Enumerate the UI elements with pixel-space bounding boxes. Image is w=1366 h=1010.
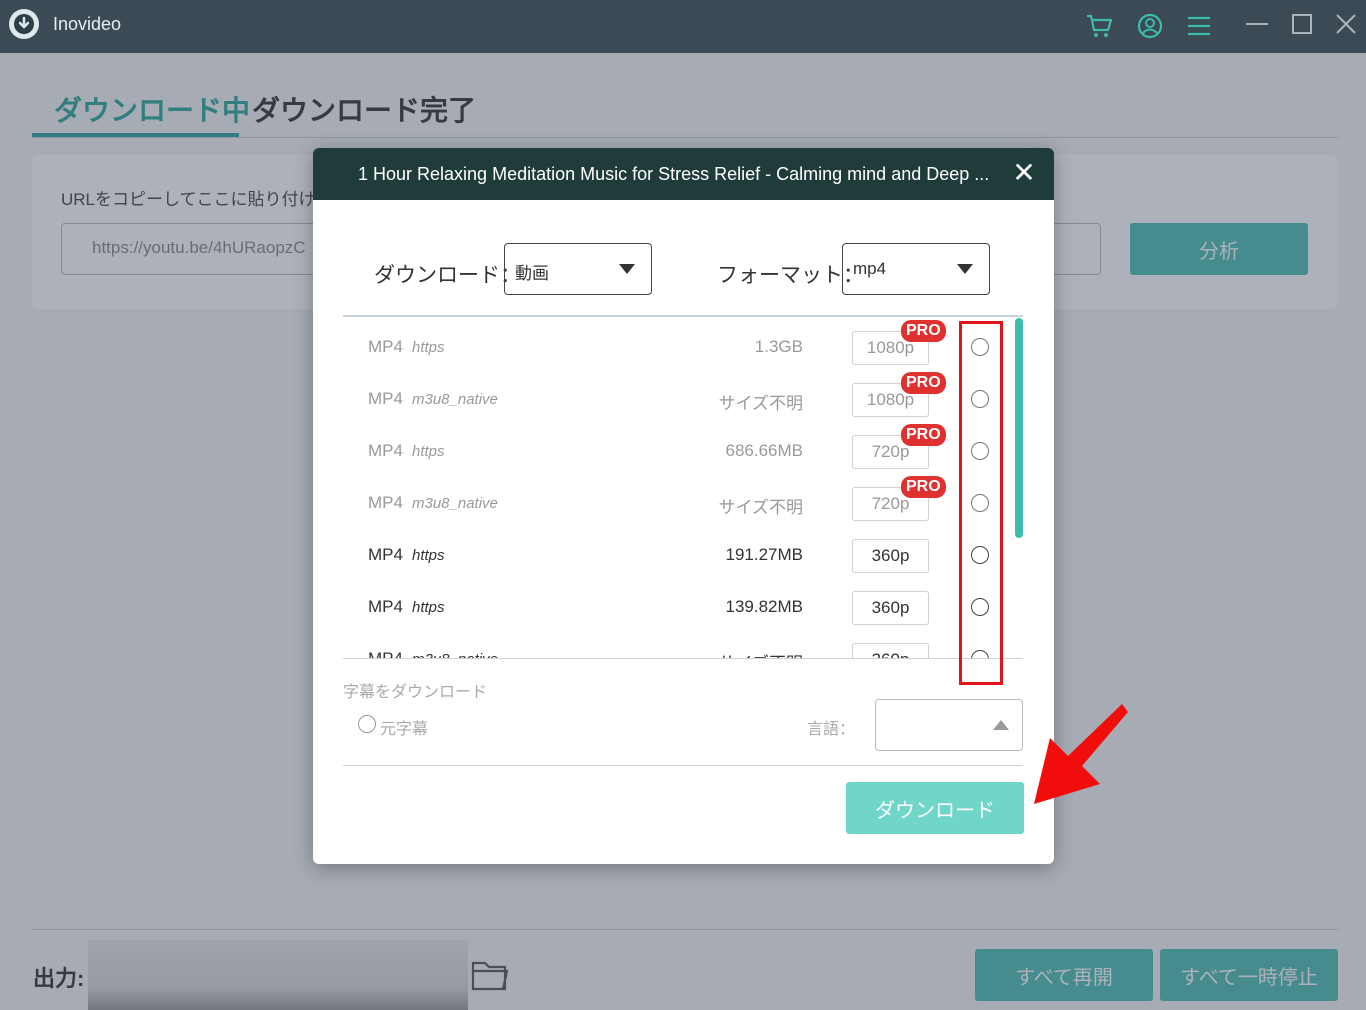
file-size: サイズ不明 [718, 394, 804, 413]
language-label: 言語： [807, 721, 856, 738]
resolution-badge: 360p [852, 591, 929, 625]
format-type: MP4 [368, 545, 403, 564]
protocol: https [412, 339, 445, 356]
subtitle-section-title: 字幕をダウンロード [343, 684, 488, 701]
format-row[interactable]: MP4 https 686.66MB 720p PRO [343, 421, 1023, 473]
format-row[interactable]: MP4 m3u8_native サイズ不明 360p [343, 629, 1023, 658]
pro-badge: PRO [901, 372, 946, 394]
format-type: MP4 [368, 597, 403, 616]
format-row[interactable]: MP4 m3u8_native サイズ不明 1080p PRO [343, 369, 1023, 421]
minimize-icon[interactable] [1242, 11, 1272, 41]
protocol: https [412, 599, 445, 616]
dialog-divider [343, 765, 1023, 766]
cart-icon[interactable] [1084, 11, 1114, 41]
title-bar: Inovideo [0, 0, 1366, 53]
file-size: 1.3GB [754, 337, 803, 356]
format-row[interactable]: MP4 https 1.3GB 1080p PRO [343, 317, 1023, 369]
protocol: https [412, 547, 445, 564]
protocol: https [412, 443, 445, 460]
format-type: MP4 [368, 493, 403, 512]
app-name: Inovideo [53, 14, 122, 34]
file-size: サイズ不明 [719, 649, 804, 658]
radio-column-highlight [959, 321, 1003, 685]
download-type-value: 動画 [515, 264, 549, 283]
protocol: m3u8_native [412, 495, 498, 512]
format-row[interactable]: MP4 https 139.82MB 360p [343, 577, 1023, 629]
caret-up-icon [993, 720, 1009, 730]
list-bottom-divider [343, 658, 1023, 659]
download-type-label: ダウンロード： [374, 264, 521, 287]
protocol: m3u8_native [412, 391, 498, 408]
format-type: MP4 [368, 389, 403, 408]
dialog-download-button[interactable]: ダウンロード [846, 782, 1024, 834]
file-size: 191.27MB [725, 545, 804, 564]
resolution-badge: 360p [852, 539, 929, 573]
list-scrollbar[interactable] [1015, 318, 1023, 538]
format-select[interactable]: mp4 [842, 243, 990, 295]
close-icon[interactable] [1331, 11, 1361, 41]
format-row[interactable]: MP4 m3u8_native サイズ不明 720p PRO [343, 473, 1023, 525]
format-type: MP4 [368, 649, 403, 658]
download-type-select[interactable]: 動画 [504, 243, 652, 295]
format-value: mp4 [853, 259, 887, 278]
file-size: サイズ不明 [718, 498, 804, 517]
protocol: m3u8_native [412, 651, 498, 658]
format-row[interactable]: MP4 https 191.27MB 360p [343, 525, 1023, 577]
menu-icon[interactable] [1184, 11, 1214, 41]
maximize-icon[interactable] [1287, 11, 1317, 41]
pro-badge: PRO [901, 320, 946, 342]
dialog-close-icon[interactable]: ✕ [1011, 159, 1037, 187]
original-subtitle-radio[interactable] [358, 715, 376, 733]
resolution-badge: 360p [852, 643, 929, 658]
download-dialog: 1 Hour Relaxing Meditation Music for Str… [313, 148, 1054, 864]
app-logo-icon [9, 9, 39, 39]
file-size: 686.66MB [725, 441, 804, 460]
dialog-header: 1 Hour Relaxing Meditation Music for Str… [313, 148, 1054, 200]
caret-down-icon [619, 264, 635, 274]
caret-down-icon [957, 264, 973, 274]
format-type: MP4 [368, 337, 403, 356]
file-size: 139.82MB [725, 597, 804, 616]
format-list: MP4 https 1.3GB 1080p PRO MP4 m3u8_native サイズ不明… [343, 317, 1023, 658]
original-subtitle-label: 元字幕 [380, 721, 429, 738]
user-icon[interactable] [1135, 11, 1165, 41]
pro-badge: PRO [901, 424, 946, 446]
annotation-arrow-icon [1030, 700, 1130, 808]
pro-badge: PRO [901, 476, 946, 498]
format-type: MP4 [368, 441, 403, 460]
dialog-title: 1 Hour Relaxing Meditation Music for Str… [358, 164, 988, 184]
language-select[interactable] [875, 699, 1023, 751]
